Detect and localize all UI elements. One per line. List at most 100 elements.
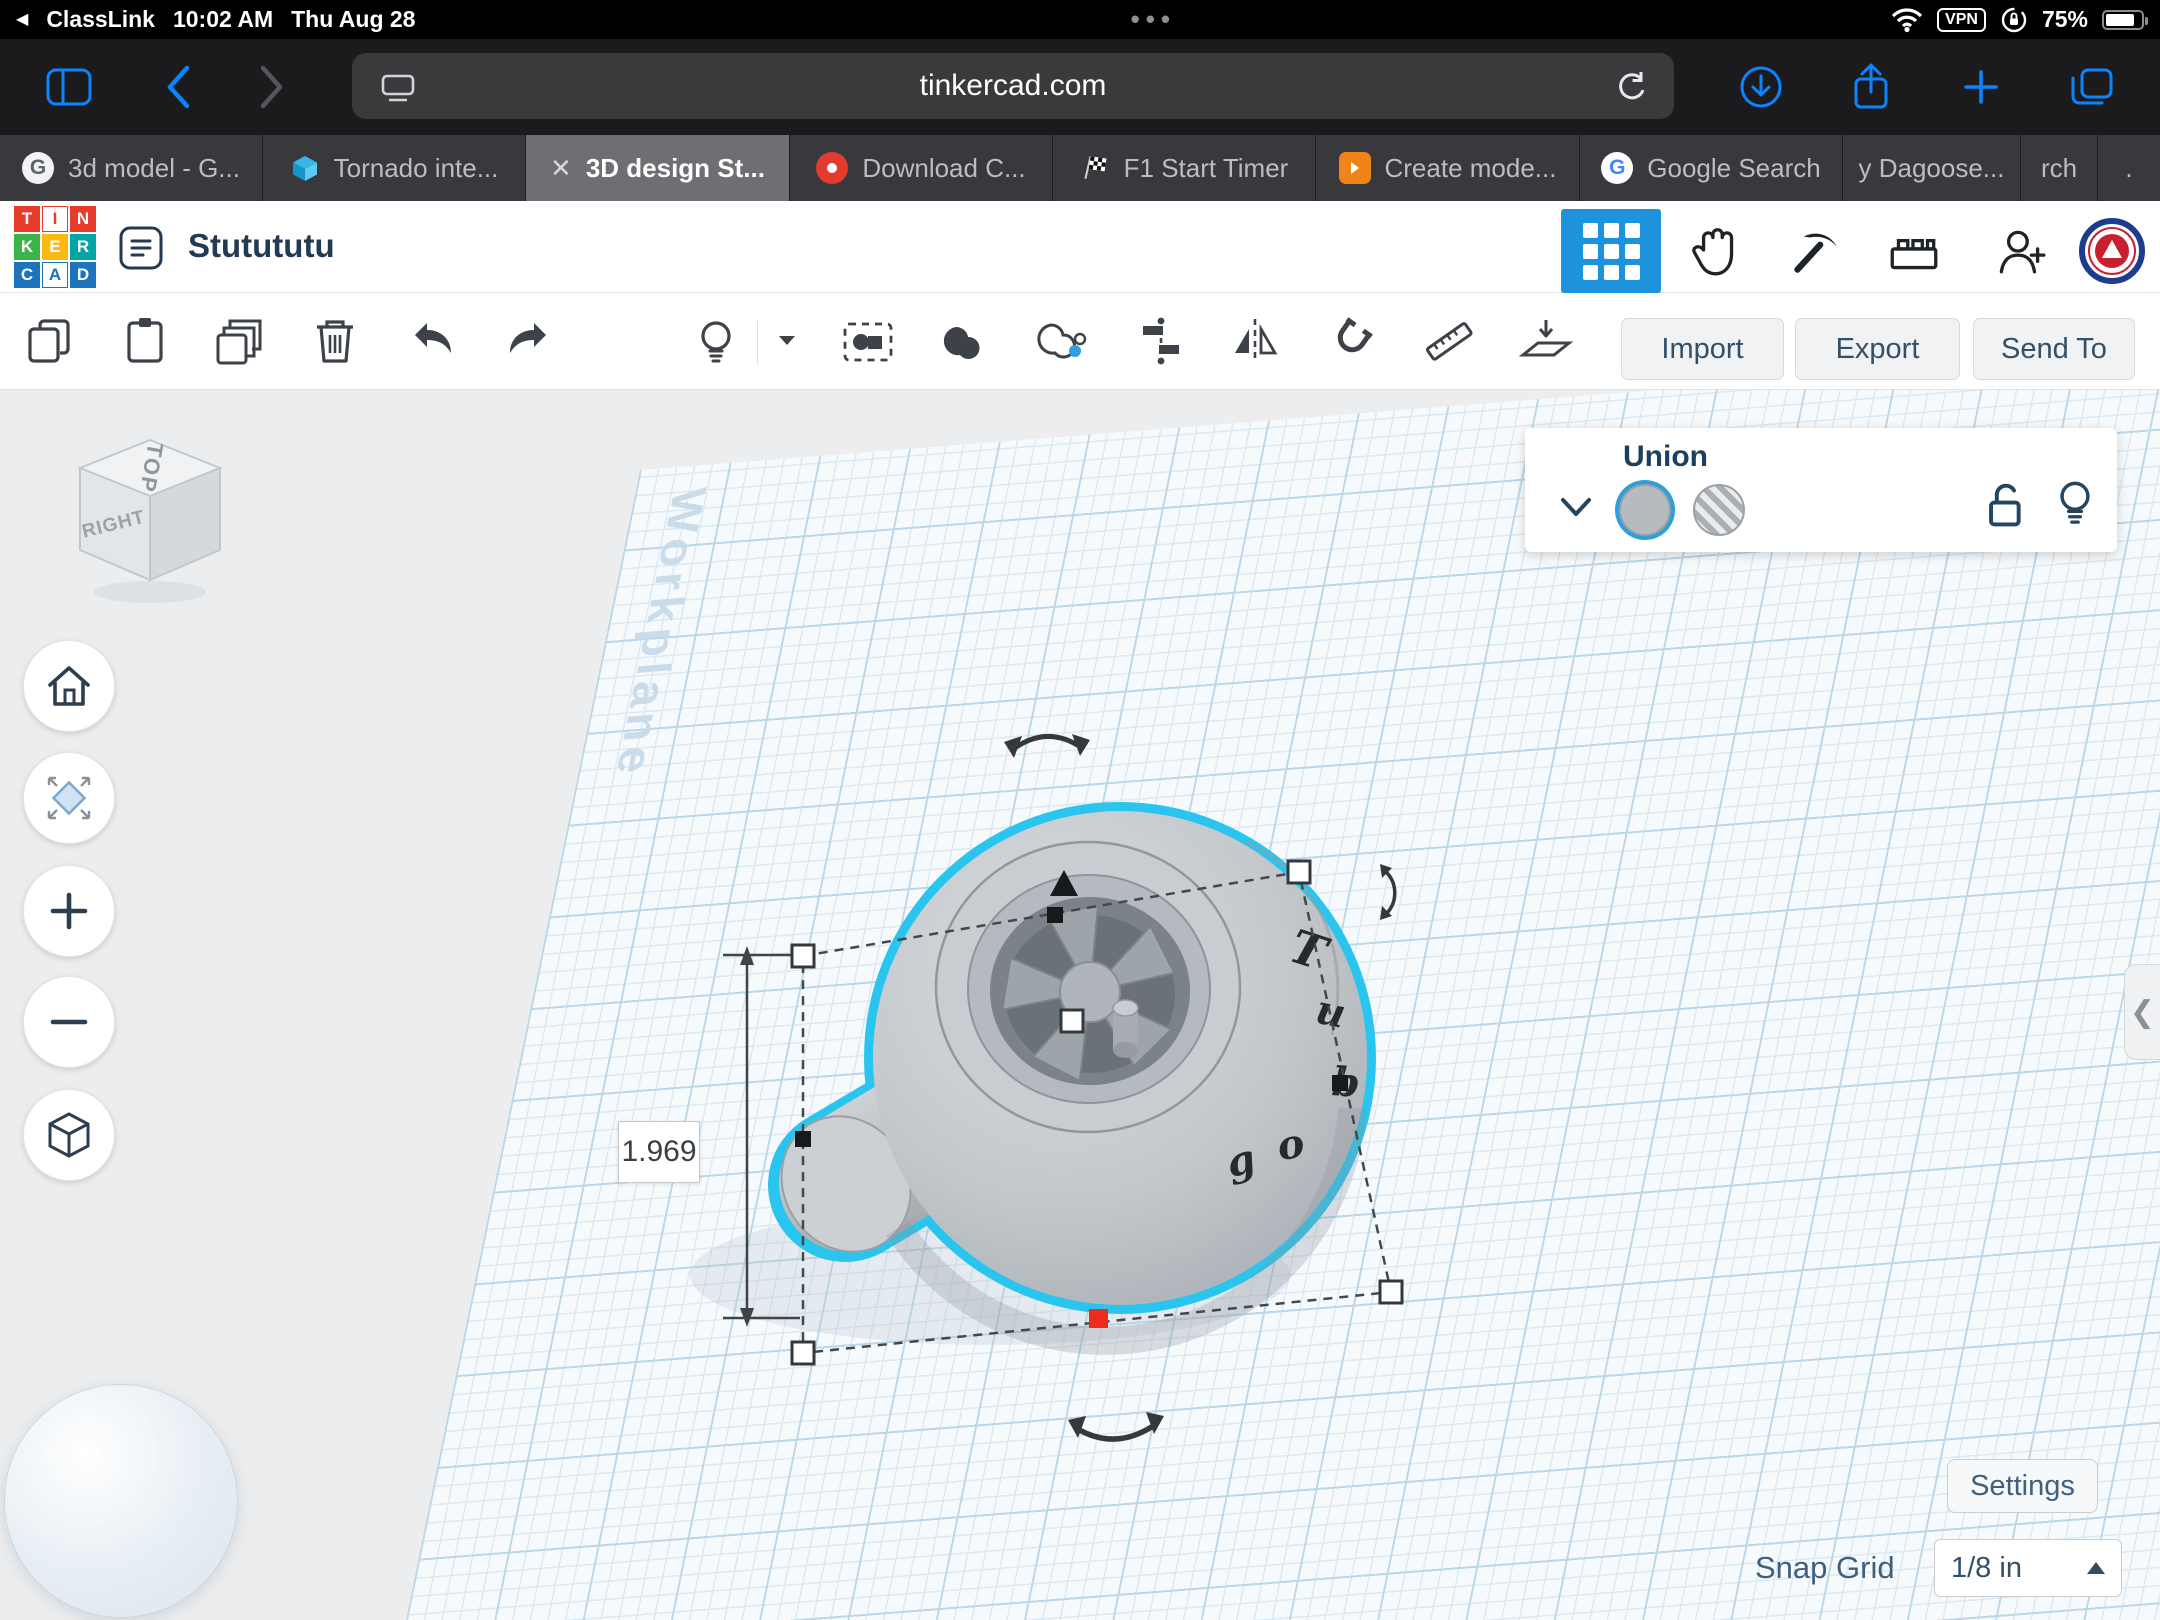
perspective-toggle-button[interactable] <box>23 1089 115 1181</box>
tab-partial-2[interactable]: . <box>2098 135 2160 201</box>
rotate-arrow-top[interactable] <box>1012 736 1082 750</box>
address-bar[interactable]: tinkercad.com <box>352 53 1674 119</box>
tab-f1-timer[interactable]: F1 Start Timer <box>1053 135 1316 201</box>
scene-3d[interactable]: T u b o g <box>0 390 2160 1620</box>
rotate-arrow-right[interactable] <box>1384 870 1395 914</box>
dimension-value-field[interactable]: 1.969 <box>618 1121 700 1183</box>
tab-label: Download C... <box>862 153 1025 184</box>
tab-tornado[interactable]: Tornado inte... <box>263 135 526 201</box>
tinkercad-header: T I N K E R C A D Stutututu <box>0 201 2160 293</box>
tab-google-search[interactable]: G Google Search <box>1580 135 1843 201</box>
snap-grid-dropdown[interactable]: 1/8 in <box>1934 1539 2122 1597</box>
share-button[interactable] <box>1833 49 1909 125</box>
sidebar-toggle-button[interactable] <box>31 49 107 125</box>
undo-button[interactable] <box>401 309 465 373</box>
back-button[interactable] <box>140 49 216 125</box>
design-menu-button[interactable] <box>118 225 164 276</box>
paste-button[interactable] <box>113 309 177 373</box>
handle-top-center[interactable] <box>1061 1010 1083 1032</box>
handle-active-red[interactable] <box>1089 1309 1108 1328</box>
forward-button[interactable] <box>234 49 310 125</box>
url-text: tinkercad.com <box>920 69 1107 103</box>
handle-mid-left[interactable] <box>795 1131 811 1147</box>
handle-top-left[interactable] <box>792 945 814 967</box>
design-title[interactable]: Stutututu <box>188 227 335 265</box>
side-panel-handle[interactable]: ❮ <box>2124 964 2160 1060</box>
dashboard-grid-button[interactable] <box>1561 209 1661 293</box>
tinkercad-logo[interactable]: T I N K E R C A D <box>14 206 96 288</box>
tab-download[interactable]: Download C... <box>790 135 1053 201</box>
design-canvas[interactable]: Workplane <box>0 390 2160 1620</box>
date-label: Thu Aug 28 <box>291 6 415 33</box>
zoom-out-button[interactable] <box>23 976 115 1068</box>
send-to-button[interactable]: Send To <box>1973 318 2135 380</box>
page-format-icon[interactable] <box>380 73 416 103</box>
battery-icon <box>2102 10 2144 30</box>
fit-view-icon <box>41 770 97 826</box>
handle-mid-right[interactable] <box>1332 1075 1348 1091</box>
ruler-button[interactable] <box>1417 309 1481 373</box>
delete-button[interactable] <box>303 309 367 373</box>
group-button[interactable] <box>932 309 996 373</box>
tab-overview-button[interactable] <box>2054 49 2130 125</box>
handle-mid-top[interactable] <box>1047 907 1063 923</box>
tab-label: 3d model - G... <box>68 153 240 184</box>
copy-button[interactable] <box>18 309 82 373</box>
account-avatar[interactable] <box>2076 215 2148 287</box>
handle-bottom-left[interactable] <box>792 1342 814 1364</box>
lock-open-icon[interactable] <box>1983 480 2029 532</box>
adjust-dropdown-button[interactable] <box>765 309 809 373</box>
sim-lab-button[interactable] <box>1680 215 1752 287</box>
clock: 10:02 AM <box>173 6 273 33</box>
brick-export-button[interactable] <box>1878 215 1950 287</box>
collapse-chevron-icon[interactable] <box>1559 496 1593 518</box>
previous-app-label[interactable]: ClassLink <box>46 6 155 33</box>
zoom-in-button[interactable] <box>23 865 115 957</box>
edit-toolbar: Import Export Send To <box>0 293 2160 390</box>
view-cube[interactable]: TOP RIGHT <box>70 430 230 615</box>
solid-color-swatch[interactable] <box>1619 484 1671 536</box>
snap-magnet-button[interactable] <box>1318 309 1382 373</box>
workplane-button[interactable] <box>1514 309 1578 373</box>
send-to-label: Send To <box>2001 333 2107 366</box>
adjust-button[interactable] <box>684 309 748 373</box>
paste-icon <box>117 313 173 369</box>
close-tab-icon[interactable]: ✕ <box>550 153 572 184</box>
hole-material-swatch[interactable] <box>1693 484 1745 536</box>
settings-button[interactable]: Settings <box>1947 1459 2098 1513</box>
redo-button[interactable] <box>496 309 560 373</box>
tab-dagoose[interactable]: y Dagoose... <box>1843 135 2021 201</box>
new-tab-button[interactable] <box>1943 49 2019 125</box>
export-button[interactable]: Export <box>1795 318 1960 380</box>
orbit-joystick[interactable] <box>4 1384 238 1618</box>
marquee-group-button[interactable] <box>836 309 900 373</box>
share-user-button[interactable] <box>1984 215 2056 287</box>
tab-create-mode[interactable]: Create mode... <box>1316 135 1580 201</box>
tab-label: rch <box>2041 153 2077 184</box>
back-to-app-icon[interactable]: ◀ <box>16 9 28 29</box>
handle-bottom-right[interactable] <box>1380 1281 1402 1303</box>
minecraft-export-button[interactable] <box>1778 215 1850 287</box>
share-icon <box>1850 62 1892 112</box>
downloads-button[interactable] <box>1723 49 1799 125</box>
import-button[interactable]: Import <box>1621 318 1784 380</box>
mirror-button[interactable] <box>1223 309 1287 373</box>
align-button[interactable] <box>1129 309 1193 373</box>
align-icon <box>1133 313 1189 369</box>
handle-top-right[interactable] <box>1288 861 1310 883</box>
rotate-arrow-bottom[interactable] <box>1076 1424 1156 1439</box>
sidebar-icon <box>46 68 92 106</box>
trash-icon <box>307 313 363 369</box>
battery-percent: 75% <box>2042 6 2088 33</box>
home-view-button[interactable] <box>23 640 115 732</box>
duplicate-button[interactable] <box>208 309 272 373</box>
visibility-bulb-icon[interactable] <box>2053 478 2097 534</box>
reload-icon[interactable] <box>1614 70 1648 104</box>
ungroup-button[interactable] <box>1029 309 1093 373</box>
undo-icon <box>405 313 461 369</box>
tab-3d-model[interactable]: G 3d model - G... <box>0 135 263 201</box>
fit-view-button[interactable] <box>23 752 115 844</box>
safari-tab-bar: G 3d model - G... Tornado inte... ✕ 3D d… <box>0 135 2160 201</box>
tab-partial-1[interactable]: rch <box>2021 135 2098 201</box>
tab-3d-design-active[interactable]: ✕ 3D design St... <box>526 135 790 201</box>
